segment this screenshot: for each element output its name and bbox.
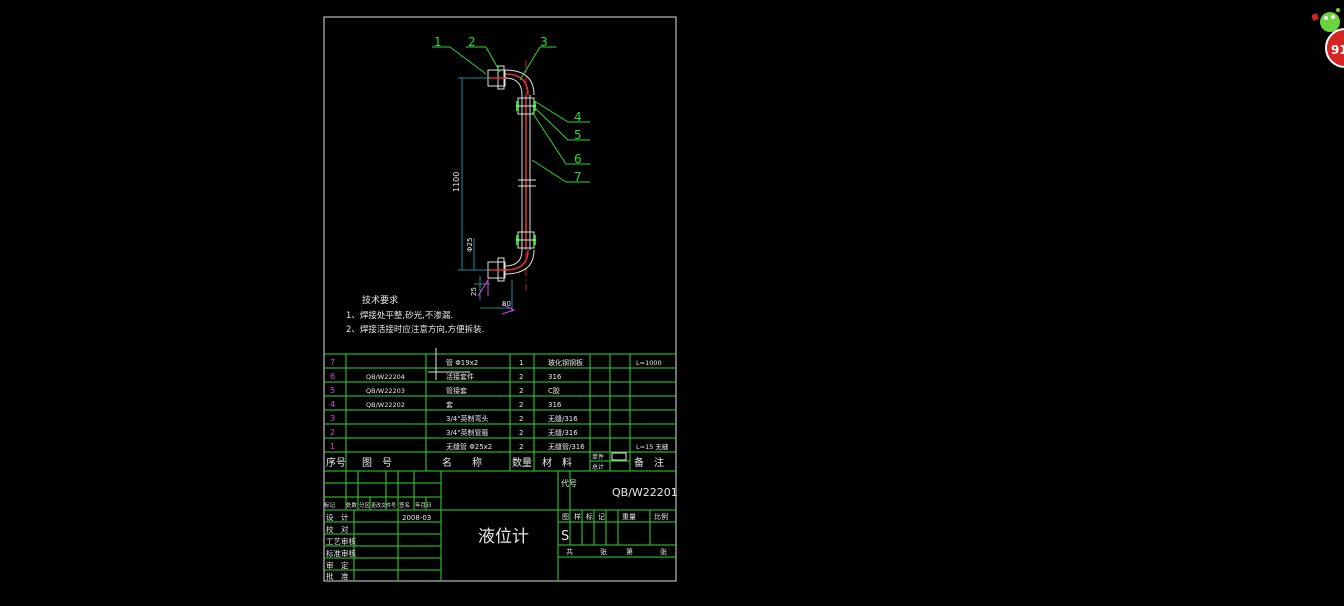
parts-cell-remark: L=15 无缝 [636, 442, 669, 451]
header-qty: 数量 [512, 456, 532, 469]
parts-cell-material: C胶 [548, 386, 560, 395]
parts-cell-qty: 1 [519, 359, 523, 367]
rev-label-count: 处数 [346, 501, 358, 509]
parts-cell-material: 玻化钢钢板 [548, 358, 583, 367]
parts-cell-name: 管接套 [446, 386, 467, 395]
rev-label-sign: 签名 [399, 501, 410, 509]
sheet-current-unit: 张 [660, 547, 667, 556]
stage-label-1: 样 [574, 512, 581, 521]
parts-row: 5 QB/W22203 管接套 2 C胶 [330, 386, 560, 395]
parts-cell-material: 无缝/316 [548, 428, 578, 437]
parts-cell-name: 套 [446, 400, 453, 409]
parts-cell-material: 316 [548, 401, 562, 409]
parts-cell-name: 无缝管 Φ25x2 [446, 442, 492, 451]
notes-line-1: 1、焊接处平整,砂光,不渗漏. [346, 310, 453, 321]
parts-row: 7 管 Φ19x2 1 玻化钢钢板 L=1000 [330, 358, 662, 367]
parts-cell-qty: 2 [519, 401, 523, 409]
parts-cell-remark: L=1000 [636, 359, 662, 367]
parts-row: 2 3/4"英制管箍 2 无缝/316 [330, 428, 578, 437]
parts-cell-no: 6 [330, 372, 335, 381]
stage-label-2: 标 [586, 512, 593, 521]
sign-process: 工艺审核 [326, 536, 356, 546]
parts-list [324, 348, 676, 472]
parts-cell-code: QB/W22203 [366, 387, 405, 395]
parts-cell-no: 1 [330, 442, 335, 451]
rev-label-mark: 标记 [324, 501, 336, 509]
stage-value: S [561, 529, 569, 544]
rev-label-date: 年月日 [415, 501, 432, 509]
rev-label-zone: 分区 [359, 501, 371, 509]
header-weight-total: 总计 [592, 463, 604, 471]
parts-row: 1 无缝管 Φ25x2 2 无缝管/316 L=15 无缝 [330, 442, 669, 451]
parts-row: 3 3/4"英制弯头 2 无缝/316 [330, 414, 578, 423]
parts-cell-qty: 2 [519, 373, 523, 381]
parts-cell-material: 无缝/316 [548, 414, 578, 423]
stage-label-0: 图 [562, 513, 569, 521]
parts-cell-no: 7 [330, 358, 335, 367]
header-code: 图 号 [362, 457, 392, 469]
parts-cell-name: 管 Φ19x2 [446, 358, 478, 367]
parts-cell-no: 5 [330, 386, 335, 395]
callout-6: 6 [574, 152, 582, 166]
dim-height: 1100 [452, 172, 461, 192]
cad-viewport[interactable]: 1 2 3 4 5 6 7 1100 Φ25 25 80 技术要求 1、焊接处平… [0, 0, 1344, 602]
parts-cell-no: 2 [330, 428, 335, 437]
callout-5: 5 [574, 128, 582, 142]
parts-rows: 7 管 Φ19x2 1 玻化钢钢板 L=1000 6 QB/W22204 活接套件 2 316 5 Q… [330, 358, 669, 451]
design-date: 2008-03 [402, 514, 431, 522]
dim-small: 25 [470, 287, 478, 296]
notes-line-2: 2、焊接活接时应注意方向,方便拆装. [346, 324, 484, 335]
parts-cell-material: 316 [548, 373, 562, 381]
rev-label-doc: 更改文件号 [371, 502, 396, 509]
sheet-current-label: 第 [626, 547, 633, 556]
parts-cell-no: 3 [330, 414, 335, 423]
parts-row: 6 QB/W22204 活接套件 2 316 [330, 372, 562, 381]
dim-pipe-dia: Φ25 [466, 238, 474, 252]
parts-cell-qty: 2 [519, 443, 523, 451]
drawing-no: QB/W22201 [612, 486, 678, 499]
sign-design: 设 计 [326, 512, 349, 522]
header-name: 名 称 [442, 456, 482, 469]
header-material: 材 料 [542, 456, 572, 469]
parts-cell-name: 3/4"英制弯头 [446, 414, 489, 423]
sheet-total-unit: 张 [600, 547, 607, 556]
header-remark: 备 注 [634, 456, 664, 469]
header-weight-single: 单件 [592, 453, 604, 461]
dim-offset: 80 [502, 300, 511, 308]
sign-approve: 批 准 [326, 571, 349, 581]
drawing-canvas[interactable]: 1 2 3 4 5 6 7 1100 Φ25 25 80 技术要求 1、焊接处平… [0, 0, 1344, 602]
sign-review: 审 定 [326, 560, 349, 570]
header-no: 序号 [326, 456, 346, 469]
sheet-total-label: 共 [566, 547, 573, 556]
parts-cell-name: 3/4"英制管箍 [446, 428, 489, 437]
callout-3: 3 [540, 35, 548, 49]
parts-cell-name: 活接套件 [446, 372, 474, 381]
drawing-no-label: 代号 [561, 478, 577, 488]
parts-cell-qty: 2 [519, 415, 523, 423]
parts-cell-code: QB/W22202 [366, 401, 405, 409]
parts-cell-no: 4 [330, 400, 335, 409]
scale-label: 比例 [654, 512, 668, 521]
parts-cell-qty: 2 [519, 387, 523, 395]
callout-1: 1 [434, 35, 442, 49]
sign-standard: 标准审核 [326, 548, 356, 558]
callout-4: 4 [574, 110, 582, 124]
callout-7: 7 [574, 170, 582, 184]
callout-2: 2 [468, 35, 476, 49]
parts-cell-qty: 2 [519, 429, 523, 437]
stage-label-3: 记 [598, 513, 605, 521]
parts-cell-material: 无缝管/316 [548, 442, 585, 451]
parts-cell-code: QB/W22204 [366, 373, 405, 381]
sign-check: 校 对 [326, 524, 349, 534]
parts-row: 4 QB/W22202 套 2 316 [330, 400, 562, 409]
weight-label: 重量 [622, 513, 636, 521]
product-name: 液位计 [478, 527, 529, 547]
notes-title: 技术要求 [362, 294, 398, 306]
